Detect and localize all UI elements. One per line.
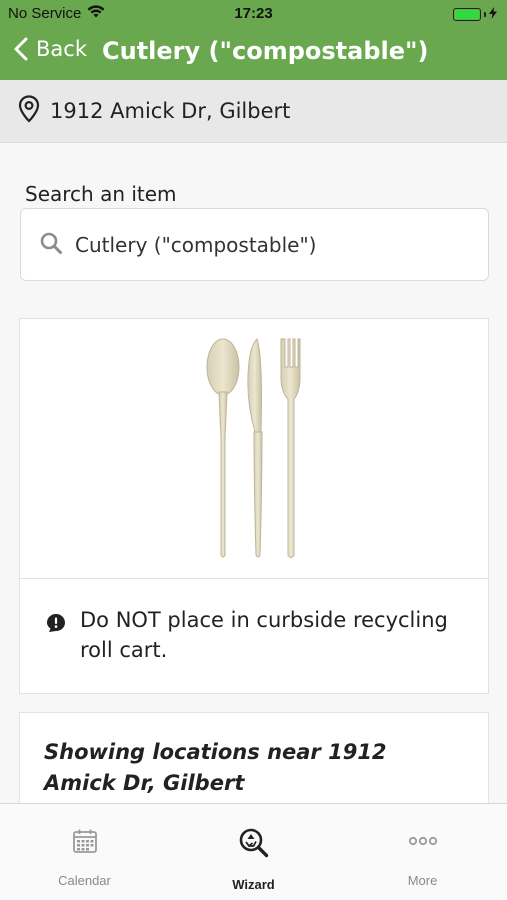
tab-more-label: More: [407, 873, 438, 888]
status-bar: No Service 17:23: [0, 0, 507, 28]
more-icon: [408, 828, 438, 858]
status-right: [453, 6, 497, 23]
calendar-icon: [72, 828, 98, 858]
address-bar[interactable]: 1912 Amick Dr, Gilbert: [0, 80, 507, 143]
search-value: Cutlery ("compostable"): [75, 232, 317, 257]
locations-card: Showing locations near 1912 Amick Dr, Gi…: [19, 712, 489, 812]
battery-fill: [455, 10, 479, 19]
charging-icon: [489, 6, 497, 23]
address-text: 1912 Amick Dr, Gilbert: [50, 99, 291, 123]
tab-calendar[interactable]: Calendar: [0, 804, 169, 900]
tab-bar: Calendar Wizard More: [0, 803, 507, 900]
battery-icon: [453, 8, 481, 21]
search-label: Search an item: [25, 182, 177, 206]
locations-title: Showing locations near 1912 Amick Dr, Gi…: [44, 740, 387, 795]
tab-wizard-label: Wizard: [232, 877, 275, 892]
tab-wizard[interactable]: Wizard: [169, 804, 338, 900]
back-button[interactable]: Back: [14, 37, 87, 61]
chevron-left-icon: [14, 37, 28, 61]
back-label: Back: [36, 37, 87, 61]
alert-icon: [46, 613, 66, 637]
page-title: Cutlery ("compostable"): [102, 37, 429, 65]
navigation-bar: Back Cutlery ("compostable"): [0, 28, 507, 80]
compostable-cutlery-image: [20, 319, 488, 579]
location-pin-icon: [18, 95, 40, 127]
recycling-notice: Do NOT place in curbside recycling roll …: [46, 605, 466, 665]
battery-tip: [484, 12, 486, 17]
search-icon: [39, 231, 63, 259]
item-card: Do NOT place in curbside recycling roll …: [19, 318, 489, 694]
tab-more[interactable]: More: [338, 804, 507, 900]
wizard-search-icon: [239, 828, 269, 862]
tab-calendar-label: Calendar: [58, 873, 111, 888]
search-input[interactable]: Cutlery ("compostable"): [20, 208, 489, 281]
notice-text: Do NOT place in curbside recycling roll …: [80, 608, 448, 662]
status-time: 17:23: [234, 5, 273, 22]
